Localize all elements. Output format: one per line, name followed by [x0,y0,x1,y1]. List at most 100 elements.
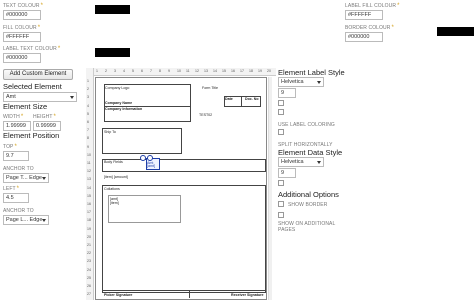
ruler-tick: 8 [159,69,161,73]
test-label: TEST02 [199,113,213,117]
ruler-tick: 5 [132,69,134,73]
element-size-heading: Element Size [3,102,48,111]
ruler-tick: 3 [87,95,89,100]
date-label: Date [225,97,233,101]
ruler-tick: 4 [87,103,89,108]
left-label: LEFT* [3,186,20,192]
ruler-tick: 10 [87,152,91,157]
collation-item: [item] [110,201,119,205]
label-size-input[interactable]: 9 [278,88,296,98]
ruler-tick: 1 [87,79,89,83]
canvas-scrollbar[interactable] [268,77,272,300]
form-canvas[interactable]: Company Logo Form Title Company Name Com… [95,77,267,300]
border-colour-input[interactable]: #000000 [345,32,383,42]
text-colour-input[interactable]: #000000 [3,10,41,20]
signature-line [102,290,266,291]
add-custom-element-button[interactable]: Add Custom Element [3,69,73,80]
ruler-tick: 21 [87,243,91,247]
ruler-tick: 20 [87,234,91,239]
ruler-tick: 10 [177,69,181,73]
height-input[interactable]: 0.99999 [33,121,61,131]
collation-inner-box[interactable] [108,195,181,223]
label-font-select[interactable]: Helvetica [278,77,324,87]
ruler-tick: 27 [87,292,91,297]
ruler-tick: 20 [267,69,271,73]
anchor-left-select[interactable]: Page L... Edge [3,215,49,225]
ruler-tick: 2 [105,69,107,73]
left-input[interactable]: 4.5 [3,193,29,203]
body-fields-box[interactable] [102,159,266,172]
use-label-coloring-checkbox[interactable] [278,129,284,135]
company-name-field: Company Name [105,101,133,105]
label-text-colour-input[interactable]: #000000 [3,53,41,63]
signature-divider [189,290,190,298]
chevron-down-icon [70,96,74,99]
ruler-tick: 22 [87,251,91,256]
text-colour-label: TEXT COLOUR* [3,3,44,9]
ruler-tick: 12 [87,169,91,174]
ruler-tick: 14 [87,185,91,190]
ruler-tick: 7 [87,128,89,133]
top-label: TOP* [3,144,17,150]
redacted-block [95,48,130,57]
bold-toggle[interactable] [278,100,284,106]
ruler-tick: 15 [222,69,226,73]
top-input[interactable]: 9.7 [3,151,29,161]
ruler-tick: 8 [87,136,89,141]
ruler-tick: 18 [87,218,91,223]
redacted-block [95,5,130,14]
chevron-down-icon [317,161,321,164]
vertical-ruler: 1 2 3 4 5 6 7 8 9 10 11 12 13 14 15 16 17 18 19 20 21 22 23 24 2… [86,68,94,300]
ruler-tick: 7 [150,69,152,73]
element-data-style-heading: Element Data Style [278,148,343,157]
ruler-tick: 6 [141,69,143,73]
anchor-top-select[interactable]: Page T... Edge [3,173,49,183]
amt-token: [amt] [147,164,155,168]
additional-options-heading: Additional Options [278,190,339,199]
label-fill-colour-input[interactable]: #FFFFFF [345,10,383,20]
show-border-label: SHOW BORDER [288,202,328,208]
resize-handle[interactable] [147,155,153,161]
show-border-checkbox[interactable] [278,201,284,207]
data-bold-toggle[interactable] [278,180,284,186]
fill-colour-input[interactable]: #FFFFFF [3,32,41,42]
ruler-tick: 9 [168,69,170,73]
ruler-tick: 11 [87,161,91,165]
ruler-tick: 19 [87,226,91,231]
form-title-label: Form Title [202,86,218,90]
additional-pages-checkbox[interactable] [278,212,284,218]
italic-toggle[interactable] [278,109,284,115]
ruler-tick: 25 [87,275,91,280]
label-text-colour-label: LABEL TEXT COLOUR* [3,46,61,52]
chevron-down-icon [42,219,46,222]
ruler-tick: 9 [87,144,89,149]
chevron-down-icon [317,81,321,84]
show-on-additional-pages-label: SHOW ON ADDITIONAL PAGES [278,221,336,233]
selected-element-heading: Selected Element [3,82,62,91]
element-label-style-heading: Element Label Style [278,68,345,77]
ruler-tick: 19 [258,69,262,73]
ruler-tick: 14 [213,69,217,73]
width-label: WIDTH* [3,114,24,120]
height-label: HEIGHT* [33,114,56,120]
border-colour-label: BORDER COLOUR* [345,25,394,31]
horizontal-ruler: 1 2 3 4 5 6 7 8 9 10 11 12 13 14 15 16 17 18 19 20 [86,68,276,76]
data-font-select[interactable]: Helvetica [278,157,324,167]
receiver-signature-label: Receiver Signature [231,293,264,297]
redacted-block [437,27,474,36]
ruler-tick: 24 [87,267,91,272]
company-info-box[interactable] [104,106,191,122]
ruler-tick: 16 [87,202,91,206]
ruler-tick: 13 [87,177,91,182]
ruler-tick: 17 [87,210,91,215]
width-input[interactable]: 1.99999 [3,121,31,131]
selected-element-select[interactable]: Amt [3,92,77,102]
label-fill-colour-label: LABEL FILL COLOUR* [345,3,400,9]
ruler-tick: 17 [240,69,244,73]
ship-to-label: Ship To [104,130,116,134]
data-size-input[interactable]: 9 [278,168,296,178]
ruler-tick: 6 [87,120,89,124]
resize-handle[interactable] [140,155,146,161]
body-fields-label: Body Fields [104,160,123,164]
picker-signature-label: Picker Signature [104,293,133,297]
